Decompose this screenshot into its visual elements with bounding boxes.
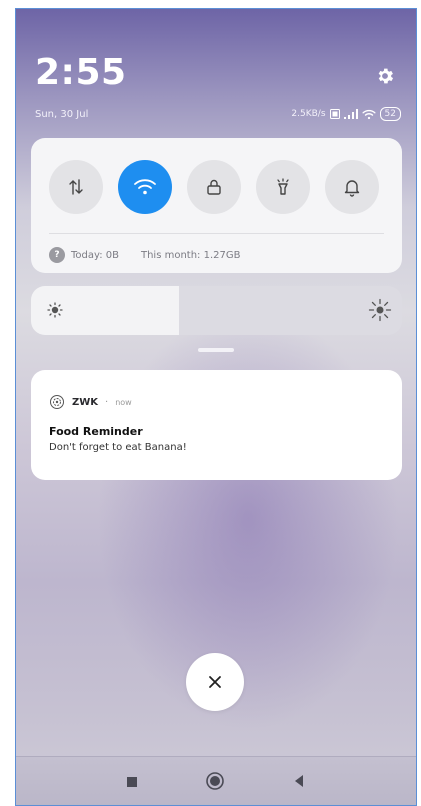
- data-usage-today: Today: 0B: [71, 249, 119, 261]
- navigation-bar: [15, 756, 417, 806]
- data-usage-month: This month: 1.27GB: [140, 249, 241, 261]
- bell-icon: [344, 180, 360, 197]
- screen-lock-toggle[interactable]: [187, 160, 241, 214]
- mobile-data-toggle[interactable]: [49, 160, 103, 214]
- lock-icon: [207, 179, 221, 195]
- notification-shade: 2:55 Sun, 30 Jul 2.5KB/s 52 ? Today: 0B: [15, 8, 417, 806]
- sim-icon: [329, 109, 340, 119]
- notification-title: Food Reminder: [49, 425, 143, 438]
- drag-handle[interactable]: [198, 348, 234, 352]
- brightness-low-icon: [47, 302, 63, 318]
- wifi-toggle[interactable]: [118, 160, 172, 214]
- clear-all-button[interactable]: [186, 653, 244, 711]
- notification-card[interactable]: ZWK · now Food Reminder Don't forget to …: [31, 370, 402, 480]
- close-icon: [209, 676, 221, 688]
- notification-body: Don't forget to eat Banana!: [49, 442, 187, 453]
- date: Sun, 30 Jul: [35, 109, 89, 120]
- notification-header: ZWK · now: [49, 394, 132, 410]
- flashlight-icon: [277, 178, 289, 195]
- separator-dot: ·: [105, 396, 109, 408]
- clock: 2:55: [35, 52, 127, 93]
- data-usage-icon: ?: [49, 247, 65, 263]
- flashlight-toggle[interactable]: [256, 160, 310, 214]
- quick-settings-panel: ? Today: 0B This month: 1.27GB: [31, 138, 402, 273]
- data-transfer-icon: [69, 179, 83, 195]
- brightness-slider[interactable]: [31, 286, 402, 335]
- recents-button[interactable]: [127, 777, 137, 787]
- battery-indicator: 52: [379, 107, 401, 121]
- gear-icon[interactable]: [375, 66, 395, 86]
- status-icons: 2.5KB/s 52: [291, 107, 401, 121]
- notification-time: now: [115, 397, 132, 407]
- back-button[interactable]: [291, 773, 307, 789]
- app-name: ZWK: [72, 396, 99, 408]
- wifi-icon: [134, 179, 156, 195]
- brightness-high-icon: [368, 298, 392, 322]
- home-button[interactable]: [205, 771, 225, 791]
- signal-icon: [343, 109, 358, 119]
- wifi-status-icon: [362, 109, 376, 119]
- data-usage-row[interactable]: ? Today: 0B This month: 1.27GB: [49, 247, 240, 263]
- divider: [49, 233, 384, 234]
- app-icon: [50, 395, 64, 409]
- network-speed: 2.5KB/s: [291, 109, 326, 119]
- notification-sound-toggle[interactable]: [325, 160, 379, 214]
